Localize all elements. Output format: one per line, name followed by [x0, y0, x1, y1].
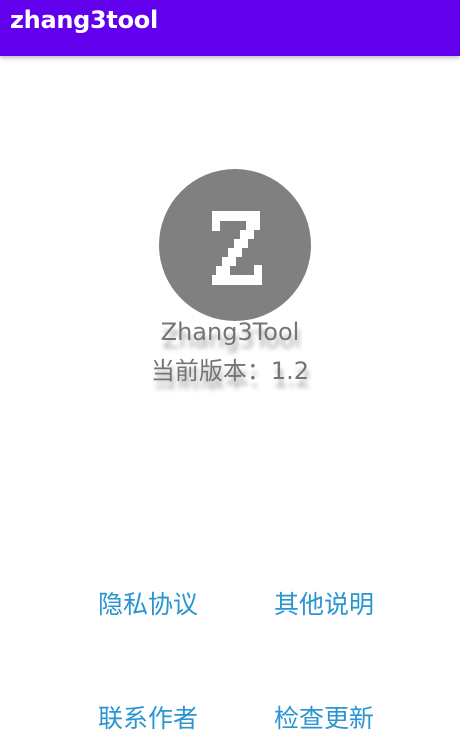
app-logo: Z: [159, 169, 311, 321]
app-title: zhang3tool: [10, 6, 158, 34]
privacy-policy-button[interactable]: 隐私协议: [78, 583, 218, 627]
contact-author-button[interactable]: 联系作者: [78, 697, 218, 741]
version-label: 当前版本：: [150, 357, 271, 385]
version-line: 当前版本：1.2: [0, 353, 460, 389]
check-update-button[interactable]: 检查更新: [254, 697, 394, 741]
app-name: Zhang3Tool: [160, 318, 300, 346]
version-value: 1.2: [270, 357, 310, 385]
about-screen: zhang3tool Z Zh: [0, 0, 460, 742]
other-notes-button[interactable]: 其他说明: [254, 583, 394, 627]
z-logo-icon: Z: [212, 211, 262, 285]
app-bar: zhang3tool: [0, 0, 460, 56]
